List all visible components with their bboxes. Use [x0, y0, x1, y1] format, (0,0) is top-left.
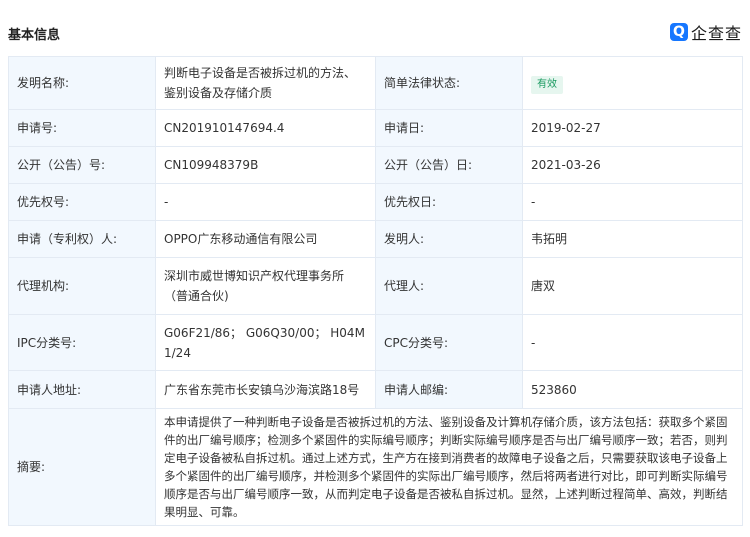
app-no-value: CN201910147694.4 [155, 109, 376, 147]
app-date-label: 申请日: [375, 109, 523, 147]
status-badge: 有效 [531, 75, 563, 94]
postcode-value: 523860 [522, 370, 743, 409]
legal-status-cell: 有效 [522, 56, 743, 110]
invention-name-value: 判断电子设备是否被拆过机的方法、鉴别设备及存储介质 [155, 56, 376, 110]
section-title: 基本信息 [8, 28, 61, 43]
applicant-link[interactable]: OPPO广东移动通信有限公司 [155, 220, 376, 258]
applicant-label: 申请（专利权）人: [8, 220, 156, 258]
pub-date-label: 公开（公告）日: [375, 146, 523, 184]
cpc-value: - [522, 314, 743, 371]
table-row: 代理机构: 深圳市威世博知识产权代理事务所（普通合伙) 代理人: 唐双 [8, 257, 743, 315]
agent-label: 代理人: [375, 257, 523, 315]
pub-no-value: CN109948379B [155, 146, 376, 184]
brand-name: 企查查 [690, 24, 742, 43]
agent-value: 唐双 [522, 257, 743, 315]
pub-date-value: 2021-03-26 [522, 146, 743, 184]
agency-link[interactable]: 深圳市威世博知识产权代理事务所（普通合伙) [155, 257, 376, 315]
app-date-value: 2019-02-27 [522, 109, 743, 147]
invention-name-label: 发明名称: [8, 56, 156, 110]
ipc-value: G06F21/86； G06Q30/00； H04M1/24 [155, 314, 376, 371]
table-row: 发明名称: 判断电子设备是否被拆过机的方法、鉴别设备及存储介质 简单法律状态: … [8, 56, 743, 110]
address-label: 申请人地址: [8, 370, 156, 409]
ipc-label: IPC分类号: [8, 314, 156, 371]
patent-info-table: 发明名称: 判断电子设备是否被拆过机的方法、鉴别设备及存储介质 简单法律状态: … [8, 56, 743, 526]
table-row: 摘要: 本申请提供了一种判断电子设备是否被拆过机的方法、鉴别设备及计算机存储介质… [8, 408, 743, 526]
table-row: 优先权号: - 优先权日: - [8, 183, 743, 221]
brand-logo[interactable]: Q 企查查 [669, 20, 742, 44]
header: 基本信息 Q 企查查 [0, 0, 750, 58]
abstract-label: 摘要: [8, 408, 156, 526]
table-row: 公开（公告）号: CN109948379B 公开（公告）日: 2021-03-2… [8, 146, 743, 184]
app-no-label: 申请号: [8, 109, 156, 147]
table-row: IPC分类号: G06F21/86； G06Q30/00； H04M1/24 C… [8, 314, 743, 371]
inventor-value: 韦拓明 [522, 220, 743, 258]
priority-no-value: - [155, 183, 376, 221]
pub-no-label: 公开（公告）号: [8, 146, 156, 184]
table-row: 申请号: CN201910147694.4 申请日: 2019-02-27 [8, 109, 743, 147]
priority-date-value: - [522, 183, 743, 221]
agency-label: 代理机构: [8, 257, 156, 315]
postcode-label: 申请人邮编: [375, 370, 523, 409]
table-row: 申请人地址: 广东省东莞市长安镇乌沙海滨路18号 申请人邮编: 523860 [8, 370, 743, 409]
cpc-label: CPC分类号: [375, 314, 523, 371]
priority-no-label: 优先权号: [8, 183, 156, 221]
abstract-text: 本申请提供了一种判断电子设备是否被拆过机的方法、鉴别设备及计算机存储介质，该方法… [155, 408, 743, 526]
legal-status-label: 简单法律状态: [375, 56, 523, 110]
qichacha-logo-icon: Q [669, 23, 688, 41]
table-row: 申请（专利权）人: OPPO广东移动通信有限公司 发明人: 韦拓明 [8, 220, 743, 258]
priority-date-label: 优先权日: [375, 183, 523, 221]
address-value: 广东省东莞市长安镇乌沙海滨路18号 [155, 370, 376, 409]
inventor-label: 发明人: [375, 220, 523, 258]
